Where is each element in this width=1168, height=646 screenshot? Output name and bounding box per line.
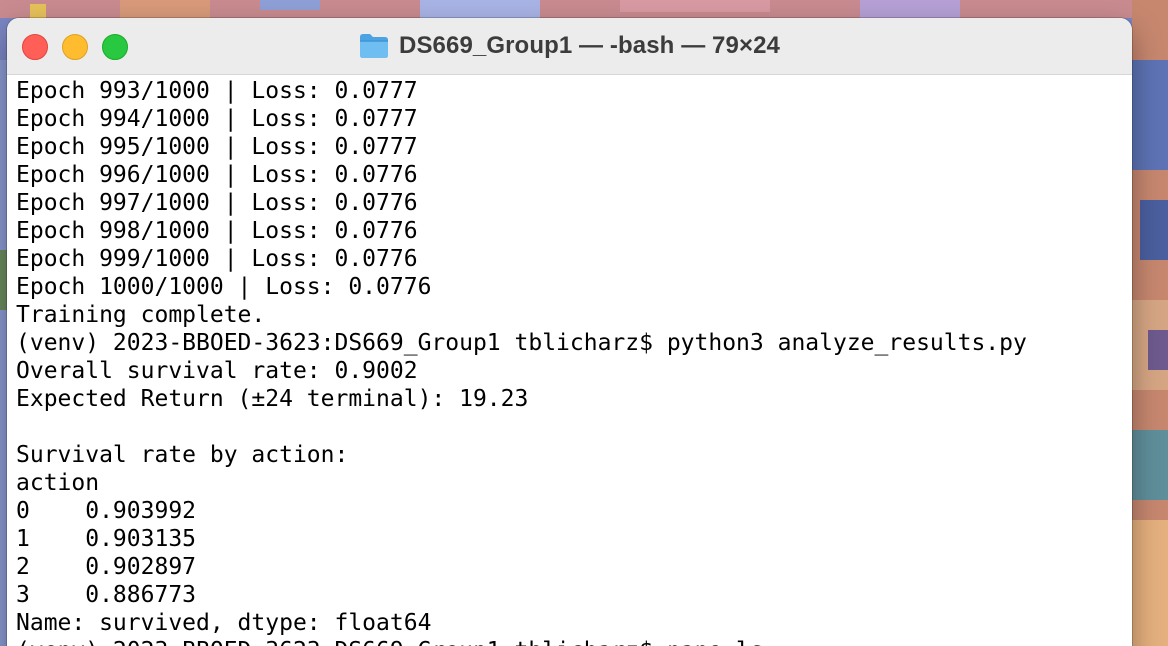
terminal-line: 1 0.903135 xyxy=(16,526,197,552)
terminal-line: 0 0.903992 xyxy=(16,498,197,524)
terminal-line: 2 0.902897 xyxy=(16,554,197,580)
window-title-text: DS669_Group1 — -bash — 79×24 xyxy=(399,32,780,59)
terminal-line: (venv) 2023-BBOED-3623:DS669_Group1 tbli… xyxy=(16,637,1132,646)
terminal-line: Name: survived, dtype: float64 xyxy=(16,610,432,636)
terminal-line: 3 0.886773 xyxy=(16,582,197,608)
terminal-line: Survival rate by action: xyxy=(16,442,349,468)
terminal-line: action xyxy=(16,470,100,496)
window-titlebar[interactable]: DS669_Group1 — -bash — 79×24 xyxy=(7,18,1132,75)
terminal-output[interactable]: Epoch 993/1000 | Loss: 0.0777 Epoch 994/1… xyxy=(16,77,1132,646)
terminal-line: (venv) 2023-BBOED-3623:DS669_Group1 tbli… xyxy=(16,330,1027,356)
terminal-line: Epoch 994/1000 | Loss: 0.0777 xyxy=(16,106,418,132)
terminal-line: Training complete. xyxy=(16,302,266,328)
terminal-line: Epoch 1000/1000 | Loss: 0.0776 xyxy=(16,274,432,300)
terminal-line: Epoch 997/1000 | Loss: 0.0776 xyxy=(16,190,418,216)
terminal-window[interactable]: DS669_Group1 — -bash — 79×24 Epoch 993/1… xyxy=(7,18,1132,646)
terminal-line: Epoch 999/1000 | Loss: 0.0776 xyxy=(16,246,418,272)
window-title: DS669_Group1 — -bash — 79×24 xyxy=(7,18,1132,74)
terminal-line: Overall survival rate: 0.9002 xyxy=(16,358,418,384)
folder-icon xyxy=(360,34,389,58)
terminal-line: Epoch 993/1000 | Loss: 0.0777 xyxy=(16,78,418,104)
terminal-line: Expected Return (±24 terminal): 19.23 xyxy=(16,386,529,412)
terminal-line: Epoch 998/1000 | Loss: 0.0776 xyxy=(16,218,418,244)
terminal-line: Epoch 995/1000 | Loss: 0.0777 xyxy=(16,134,418,160)
terminal-line: Epoch 996/1000 | Loss: 0.0776 xyxy=(16,162,418,188)
